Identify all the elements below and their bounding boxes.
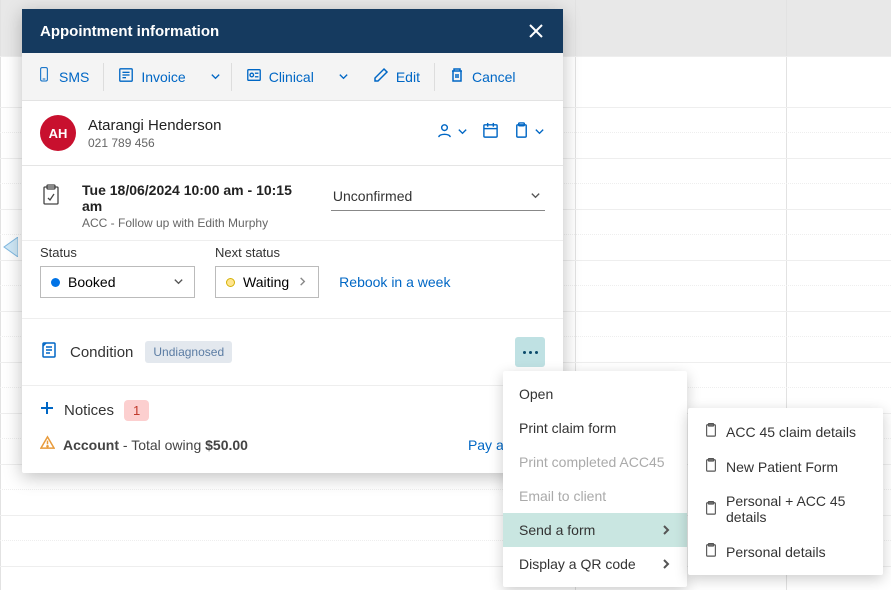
- invoice-label: Invoice: [141, 69, 185, 85]
- appointment-section: Tue 18/06/2024 10:00 am - 10:15 am ACC -…: [22, 166, 563, 241]
- pencil-icon: [373, 67, 389, 86]
- menu-item-open[interactable]: Open: [503, 377, 687, 411]
- chevron-down-icon: [534, 124, 545, 142]
- invoice-dropdown[interactable]: [200, 55, 231, 99]
- appointment-datetime: Tue 18/06/2024 10:00 am - 10:15 am: [82, 182, 311, 214]
- condition-context-menu: Open Print claim form Print completed AC…: [503, 371, 687, 587]
- lower-section: Notices 1 Account - Total owing $50.00 P…: [22, 386, 563, 473]
- kebab-icon: [523, 351, 538, 354]
- close-button[interactable]: [527, 22, 545, 40]
- notices-row: Notices 1: [40, 400, 545, 421]
- avatar: AH: [40, 115, 76, 151]
- patient-actions: [436, 122, 545, 144]
- status-value: Booked: [68, 274, 115, 290]
- patient-row: AH Atarangi Henderson 021 789 456: [22, 101, 563, 166]
- clinical-dropdown[interactable]: [328, 55, 359, 99]
- warning-icon: [40, 435, 55, 455]
- person-icon: [436, 122, 453, 144]
- condition-icon: [40, 341, 58, 364]
- clipboard-dropdown[interactable]: [513, 122, 545, 144]
- menu-item-qr[interactable]: Display a QR code: [503, 547, 687, 581]
- sms-button[interactable]: SMS: [22, 53, 103, 100]
- account-amount: $50.00: [205, 437, 248, 453]
- add-notice-button[interactable]: [40, 401, 54, 420]
- invoice-button[interactable]: Invoice: [104, 53, 199, 100]
- notices-label: Notices: [64, 402, 114, 419]
- edit-label: Edit: [396, 69, 420, 85]
- cancel-label: Cancel: [472, 69, 516, 85]
- status-dot-yellow: [226, 278, 235, 287]
- confirmation-value: Unconfirmed: [333, 188, 412, 204]
- menu-item-print-claim[interactable]: Print claim form: [503, 411, 687, 445]
- submenu-acc45[interactable]: ACC 45 claim details: [688, 414, 883, 449]
- next-status-value: Waiting: [243, 274, 289, 290]
- patient-info: Atarangi Henderson 021 789 456: [88, 117, 424, 150]
- submenu-personal[interactable]: Personal details: [688, 534, 883, 569]
- send-form-submenu: ACC 45 claim details New Patient Form Pe…: [688, 408, 883, 575]
- rebook-link[interactable]: Rebook in a week: [339, 274, 450, 298]
- status-select[interactable]: Booked: [40, 266, 195, 298]
- panel-anchor-pointer: [0, 237, 18, 257]
- next-status-button[interactable]: Waiting: [215, 266, 319, 298]
- panel-title: Appointment information: [40, 23, 219, 40]
- chevron-down-icon: [457, 124, 468, 142]
- trash-icon: [449, 67, 465, 86]
- clipboard-icon: [704, 543, 718, 560]
- condition-badge[interactable]: Undiagnosed: [145, 341, 232, 363]
- chevron-right-icon: [297, 274, 308, 290]
- menu-item-send-form[interactable]: Send a form: [503, 513, 687, 547]
- chevron-down-icon: [173, 274, 184, 290]
- chevron-down-icon: [210, 69, 221, 85]
- menu-item-print-acc45: Print completed ACC45: [503, 445, 687, 479]
- confirmation-select[interactable]: Unconfirmed: [331, 182, 545, 211]
- submenu-personal-acc45[interactable]: Personal + ACC 45 details: [688, 484, 883, 534]
- menu-item-email: Email to client: [503, 479, 687, 513]
- clipboard-icon: [704, 423, 718, 440]
- phone-icon: [36, 67, 52, 86]
- status-dot-blue: [51, 278, 60, 287]
- toolbar: SMS Invoice Clinical Edit Cancel: [22, 53, 563, 101]
- chevron-right-icon: [661, 556, 671, 572]
- notices-count: 1: [124, 400, 149, 421]
- next-status-label: Next status: [215, 245, 319, 260]
- status-label: Status: [40, 245, 195, 260]
- note-icon: [40, 184, 62, 206]
- chevron-down-icon: [338, 69, 349, 85]
- chevron-right-icon: [661, 522, 671, 538]
- account-row: Account - Total owing $50.00 Pay account: [40, 435, 545, 455]
- panel-header: Appointment information: [22, 9, 563, 53]
- appointment-panel: Appointment information SMS Invoice Clin…: [22, 9, 563, 473]
- cancel-button[interactable]: Cancel: [435, 53, 530, 100]
- account-owing-prefix: - Total owing: [119, 437, 205, 453]
- sms-label: SMS: [59, 69, 89, 85]
- chevron-down-icon: [530, 188, 541, 204]
- clinical-icon: [246, 67, 262, 86]
- submenu-new-patient[interactable]: New Patient Form: [688, 449, 883, 484]
- clipboard-icon: [513, 122, 530, 144]
- condition-more-button[interactable]: [515, 337, 545, 367]
- status-section: Status Booked Next status Waiting Rebook…: [22, 241, 563, 319]
- account-text: Account - Total owing $50.00: [63, 437, 248, 453]
- condition-section: Condition Undiagnosed: [22, 319, 563, 386]
- invoice-icon: [118, 67, 134, 86]
- condition-label: Condition: [70, 344, 133, 361]
- edit-button[interactable]: Edit: [359, 53, 434, 100]
- calendar-icon: [482, 122, 499, 144]
- account-label: Account: [63, 437, 119, 453]
- clipboard-icon: [704, 458, 718, 475]
- clinical-button[interactable]: Clinical: [232, 53, 328, 100]
- appointment-description: ACC - Follow up with Edith Murphy: [82, 216, 311, 230]
- clinical-label: Clinical: [269, 69, 314, 85]
- person-dropdown[interactable]: [436, 122, 468, 144]
- clipboard-icon: [704, 501, 718, 518]
- patient-name: Atarangi Henderson: [88, 117, 424, 134]
- calendar-button[interactable]: [482, 122, 499, 144]
- patient-phone: 021 789 456: [88, 136, 424, 150]
